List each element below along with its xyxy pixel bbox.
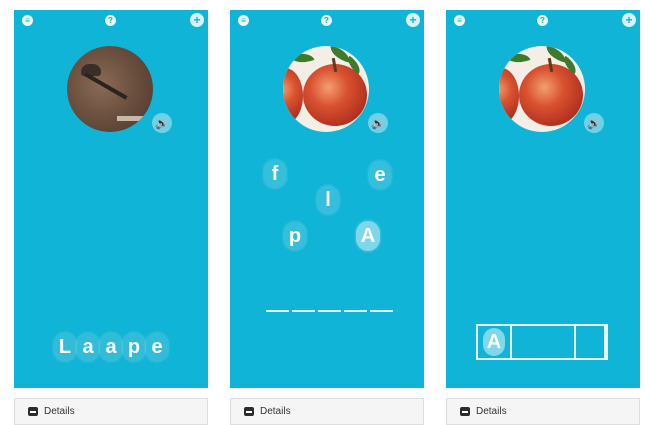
blank-slot (292, 310, 315, 312)
details-button[interactable]: Details (14, 398, 208, 425)
blank-slot (266, 310, 289, 312)
blank-slot (370, 310, 393, 312)
details-icon (244, 407, 254, 416)
letter-tile[interactable]: A (483, 328, 505, 356)
letter-tile[interactable]: p (123, 333, 145, 361)
letter-tile[interactable]: e (369, 161, 391, 189)
letter-tile[interactable]: a (100, 333, 122, 361)
help-icon[interactable]: ? (537, 15, 548, 26)
letter-tile[interactable]: A (356, 221, 380, 251)
letter-tile[interactable]: e (146, 333, 168, 361)
details-label: Details (260, 406, 291, 417)
lamp-base (117, 116, 147, 121)
speaker-icon[interactable]: 🔊 (368, 113, 388, 133)
apple-shape (283, 68, 303, 124)
leaf (289, 48, 315, 68)
letter-tile[interactable]: f (264, 160, 286, 188)
menu-icon[interactable]: ≡ (22, 15, 33, 26)
apple-shape (499, 68, 519, 124)
letter-tile[interactable]: l (317, 186, 339, 214)
letter-tile[interactable]: a (77, 333, 99, 361)
answer-box: A (476, 324, 608, 360)
menu-icon[interactable]: ≡ (238, 15, 249, 26)
menu-icon[interactable]: ≡ (454, 15, 465, 26)
speaker-icon[interactable]: 🔊 (584, 113, 604, 133)
details-button[interactable]: Details (230, 398, 424, 425)
blank-slot (344, 310, 367, 312)
add-icon[interactable]: + (406, 13, 420, 27)
details-label: Details (476, 406, 507, 417)
scrambled-word: L a a p e (54, 333, 168, 361)
answer-cell[interactable] (512, 326, 576, 358)
details-label: Details (44, 406, 75, 417)
game-screen-3: ≡ ? + 🔊 A (446, 10, 640, 388)
word-picture-lamp (67, 46, 153, 132)
leaf (505, 48, 531, 68)
lamp-arm (84, 72, 128, 100)
answer-cell[interactable] (576, 326, 606, 358)
add-icon[interactable]: + (190, 13, 204, 27)
word-picture-apple (499, 46, 585, 132)
game-screen-2: ≡ ? + 🔊 f l e p A (230, 10, 424, 388)
details-button[interactable]: Details (446, 398, 640, 425)
blank-slot (318, 310, 341, 312)
help-icon[interactable]: ? (321, 15, 332, 26)
add-icon[interactable]: + (622, 13, 636, 27)
letter-tile[interactable]: p (284, 222, 306, 250)
help-icon[interactable]: ? (105, 15, 116, 26)
details-icon (460, 407, 470, 416)
letter-tile[interactable]: L (54, 333, 76, 361)
word-picture-apple (283, 46, 369, 132)
speaker-icon[interactable]: 🔊 (152, 113, 172, 133)
game-screen-1: ≡ ? + 🔊 L a a p e (14, 10, 208, 388)
answer-blanks (266, 310, 393, 312)
details-icon (28, 407, 38, 416)
